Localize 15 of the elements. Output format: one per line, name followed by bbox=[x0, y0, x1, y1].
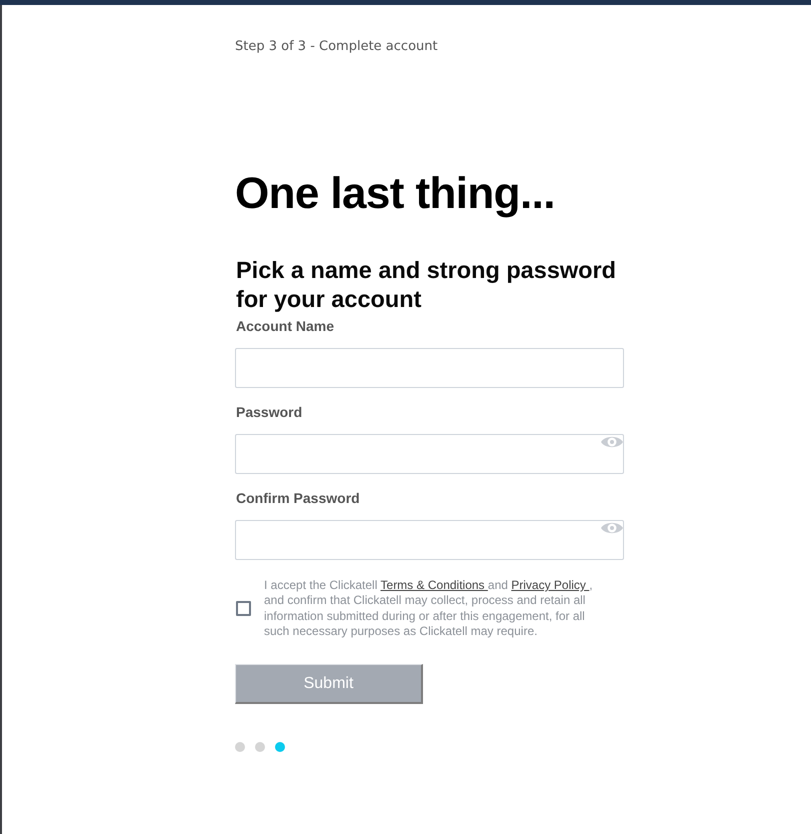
field-label: Password bbox=[236, 404, 304, 421]
checkbox[interactable] bbox=[236, 601, 251, 616]
input-field[interactable] bbox=[235, 348, 624, 388]
input-field[interactable] bbox=[235, 520, 624, 560]
page-heading: One last thing... bbox=[235, 168, 556, 220]
eye-icon[interactable] bbox=[601, 435, 623, 449]
eye-icon[interactable] bbox=[601, 521, 623, 535]
inline-link[interactable]: Privacy Policy bbox=[511, 578, 590, 592]
input-field[interactable] bbox=[235, 434, 624, 474]
form-subheading: Pick a name and strong password for your account bbox=[236, 256, 618, 314]
field-label: Confirm Password bbox=[236, 490, 361, 507]
consent-text: I accept the Clickatell Terms & Conditions and Privacy Policy , and confirm that Clickatell may collect, process and retain all information submitted during or after this engagement, for all such necessary purposes as Clickatell may require. bbox=[264, 578, 594, 640]
field-label: Account Name bbox=[236, 318, 336, 335]
step-indicator: Step 3 of 3 - Complete account bbox=[235, 38, 439, 56]
inline-link[interactable]: Terms & Conditions bbox=[380, 578, 488, 592]
